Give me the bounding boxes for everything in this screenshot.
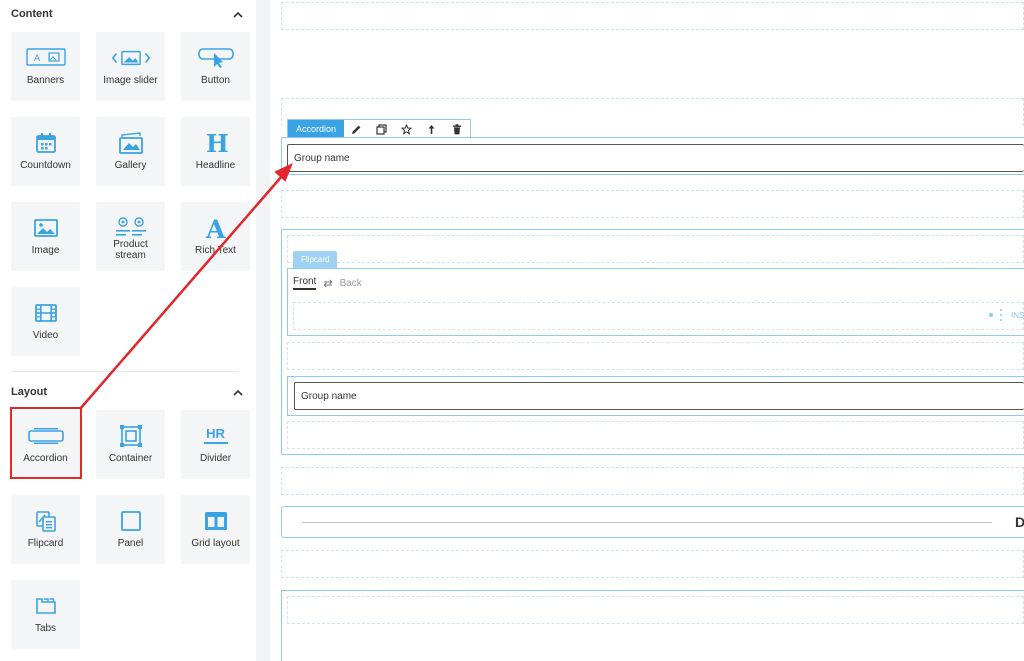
drop-zone[interactable]: [287, 596, 1024, 624]
favorite-star-icon[interactable]: [394, 120, 419, 138]
swap-icon[interactable]: ⇄: [323, 277, 332, 290]
tile-rich-text[interactable]: A Rich Text: [181, 202, 250, 271]
tile-label: Headline: [195, 160, 236, 171]
accordion-tag[interactable]: Accordion: [288, 120, 345, 138]
drop-zone[interactable]: [281, 467, 1024, 495]
edit-pencil-icon[interactable]: [344, 120, 369, 138]
move-up-icon[interactable]: [419, 120, 444, 138]
tile-grid-layout[interactable]: Grid layout: [181, 495, 250, 564]
flipcard-icon: [26, 508, 66, 534]
tile-label: Video: [32, 330, 59, 341]
delete-trash-icon[interactable]: [444, 120, 469, 138]
tile-countdown[interactable]: Countdown: [11, 117, 80, 186]
tile-headline[interactable]: H Headline: [181, 117, 250, 186]
content-section-header[interactable]: Content: [11, 5, 245, 23]
tile-label: Container: [108, 453, 153, 464]
tile-divider[interactable]: HR Divider: [181, 410, 250, 479]
tile-container[interactable]: Container: [96, 410, 165, 479]
drop-zone[interactable]: [287, 342, 1024, 370]
content-section-title: Content: [11, 8, 53, 20]
product-stream-icon: [111, 215, 151, 241]
tile-label-line: stream: [115, 250, 146, 261]
tile-label: Product stream: [113, 239, 147, 261]
tile-label: Banners: [26, 75, 65, 86]
tile-label: Countdown: [20, 160, 71, 171]
duplicate-icon[interactable]: [369, 120, 394, 138]
tile-label: Gallery: [114, 160, 147, 171]
group-name-text: Group name: [301, 390, 357, 402]
element-sidebar: Content A Banners Image slider Button Co…: [0, 0, 256, 661]
tile-label: Tabs: [34, 623, 57, 634]
sidebar-gutter: [256, 0, 270, 661]
tile-label: Grid layout: [191, 538, 240, 549]
drop-zone[interactable]: [287, 421, 1024, 449]
drop-zone[interactable]: [287, 235, 1024, 263]
panel-icon: [111, 508, 151, 534]
accordion-highlight-box: [10, 407, 82, 479]
banners-icon: A: [25, 45, 66, 71]
tile-label-line: Product: [113, 239, 148, 250]
button-icon: [196, 45, 236, 71]
drop-zone[interactable]: [281, 190, 1024, 218]
tile-image[interactable]: Image: [11, 202, 80, 271]
tile-gallery[interactable]: Gallery: [96, 117, 165, 186]
svg-text:A: A: [205, 216, 226, 240]
tile-image-slider[interactable]: Image slider: [96, 32, 165, 101]
tile-label: Image: [31, 245, 60, 256]
container-icon: [111, 423, 151, 449]
divider-line: [302, 522, 992, 523]
layout-section-header[interactable]: Layout: [11, 383, 245, 401]
tab-back[interactable]: Back: [340, 278, 362, 289]
flipcard-tabs: Front ⇄ Back: [293, 276, 362, 290]
tile-banners[interactable]: A Banners: [11, 32, 80, 101]
svg-text:H: H: [206, 131, 228, 155]
group-name-text: Group name: [294, 152, 350, 164]
insert-label: INS: [1011, 310, 1024, 320]
tile-video[interactable]: Video: [11, 287, 80, 356]
tile-label: Divider: [199, 453, 232, 464]
tile-label: Flipcard: [27, 538, 64, 549]
tile-label: Image slider: [103, 75, 158, 86]
accordion-toolbar: Accordion: [287, 119, 471, 138]
rich-text-icon: A: [196, 215, 236, 241]
image-slider-icon: [111, 45, 151, 71]
inner-group-name-field[interactable]: Group name: [294, 382, 1024, 410]
svg-text:A: A: [34, 53, 40, 63]
tile-label: Panel: [117, 538, 144, 549]
flipcard-tag[interactable]: Flipcard: [293, 251, 338, 268]
divider-icon: HR: [196, 423, 236, 449]
grid-layout-icon: [196, 508, 236, 534]
chevron-up-icon[interactable]: [231, 7, 245, 21]
headline-icon: H: [196, 130, 236, 156]
gallery-icon: [111, 130, 151, 156]
tile-product-stream[interactable]: Product stream: [96, 202, 165, 271]
chevron-up-icon[interactable]: [231, 385, 245, 399]
tile-tabs[interactable]: Tabs: [11, 580, 80, 649]
tile-flipcard[interactable]: Flipcard: [11, 495, 80, 564]
section-divider: [11, 371, 239, 372]
layout-section-title: Layout: [11, 386, 48, 398]
tab-front[interactable]: Front: [293, 276, 317, 290]
calendar-icon: [26, 130, 66, 156]
tile-label: Button: [201, 75, 230, 86]
tile-button[interactable]: Button: [181, 32, 250, 101]
drop-zone[interactable]: [281, 2, 1024, 30]
tile-panel[interactable]: Panel: [96, 495, 165, 564]
divider-icon-text: HR: [206, 426, 225, 441]
drop-zone[interactable]: [293, 302, 1024, 330]
insert-indicator[interactable]: INS: [987, 308, 1024, 322]
drop-zone[interactable]: [281, 550, 1024, 578]
divider-text: D: [1015, 514, 1024, 530]
tile-label: Rich Text: [195, 245, 236, 256]
image-icon: [26, 215, 66, 241]
tabs-icon: [26, 593, 66, 619]
video-icon: [26, 300, 66, 326]
accordion-group-name-field[interactable]: Group name: [287, 144, 1024, 172]
